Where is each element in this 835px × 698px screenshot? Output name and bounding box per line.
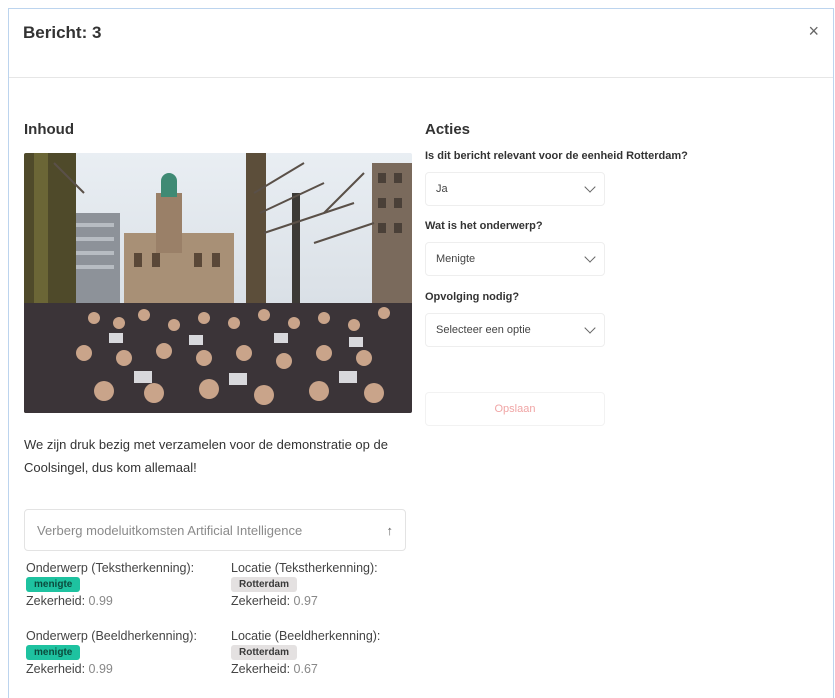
question-topic-label: Wat is het onderwerp?	[425, 220, 543, 232]
confidence-value: 0.97	[293, 594, 318, 608]
topic-select[interactable]: Menigte	[425, 242, 605, 276]
ai-result-label: Locatie (Beeldherkenning):	[231, 629, 381, 643]
select-value: Ja	[436, 183, 448, 195]
question-relevant-label: Is dit bericht relevant voor de eenheid …	[425, 150, 688, 162]
actions-heading: Acties	[425, 121, 471, 138]
save-button[interactable]: Opslaan	[425, 392, 605, 426]
ai-result-tag: Rotterdam	[231, 577, 298, 592]
ai-result-topic-text: Onderwerp (Tekstherkenning): menigte Zek…	[26, 561, 194, 608]
followup-select[interactable]: Selecteer een optie	[425, 313, 605, 347]
ai-result-tag: menigte	[26, 577, 81, 592]
modal-title: Bericht: 3	[23, 23, 102, 42]
ai-result-label: Onderwerp (Beeldherkenning):	[26, 629, 197, 643]
chevron-down-icon	[584, 251, 596, 263]
confidence-value: 0.99	[88, 594, 113, 608]
select-value: Menigte	[436, 253, 476, 265]
arrow-up-icon: ↑	[386, 522, 394, 538]
ai-result-topic-image: Onderwerp (Beeldherkenning): menigte Zek…	[26, 629, 197, 676]
relevant-select[interactable]: Ja	[425, 172, 605, 206]
ai-result-tag: menigte	[26, 645, 81, 660]
ai-result-label: Onderwerp (Tekstherkenning):	[26, 561, 195, 575]
ai-result-label: Locatie (Tekstherkenning):	[231, 561, 378, 575]
post-photo	[24, 153, 412, 413]
question-followup-label: Opvolging nodig?	[425, 291, 520, 303]
confidence-label: Zekerheid:	[231, 594, 291, 608]
confidence-value: 0.67	[293, 662, 318, 676]
modal-header: Bericht: 3 ×	[9, 9, 833, 78]
post-text: We zijn druk bezig met verzamelen voor d…	[24, 437, 388, 475]
confidence-label: Zekerheid:	[26, 594, 86, 608]
chevron-down-icon	[584, 181, 596, 193]
ai-result-tag: Rotterdam	[231, 645, 298, 660]
ai-toggle-label: Verberg modeluitkomsten Artificial Intel…	[37, 522, 303, 538]
close-icon[interactable]: ×	[808, 21, 819, 42]
message-modal: Bericht: 3 × Inhoud We zijn druk bezig m…	[8, 8, 834, 698]
confidence-label: Zekerheid:	[26, 662, 86, 676]
confidence-value: 0.99	[88, 662, 113, 676]
confidence-label: Zekerheid:	[231, 662, 291, 676]
ai-result-location-image: Locatie (Beeldherkenning): Rotterdam Zek…	[231, 629, 380, 676]
select-value: Selecteer een optie	[436, 324, 531, 336]
chevron-down-icon	[584, 322, 596, 334]
ai-result-location-text: Locatie (Tekstherkenning): Rotterdam Zek…	[231, 561, 378, 608]
ai-results-toggle[interactable]: Verberg modeluitkomsten Artificial Intel…	[24, 509, 406, 551]
content-heading: Inhoud	[24, 121, 74, 138]
